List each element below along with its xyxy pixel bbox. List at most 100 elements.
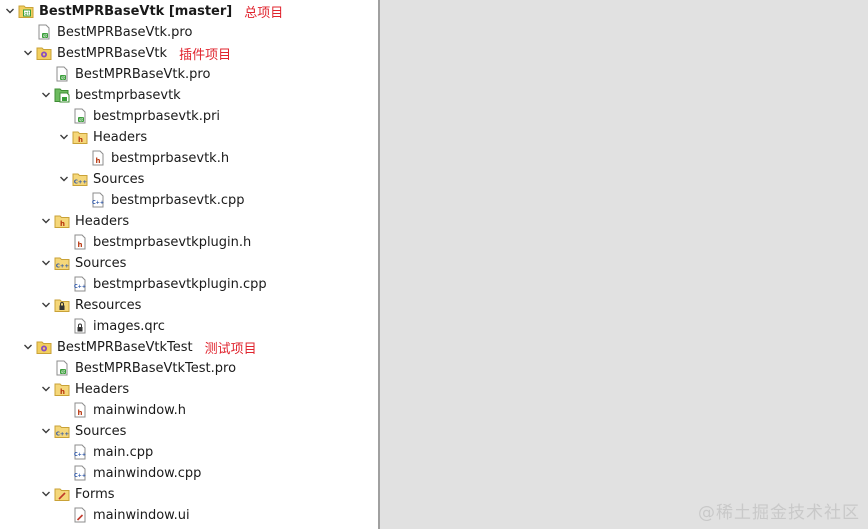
tree-item[interactable]: h bestmprbasevtk.h (0, 148, 378, 168)
expand-arrow-icon[interactable] (40, 85, 52, 105)
arrow-spacer (58, 400, 70, 420)
arrow-spacer (40, 64, 52, 84)
tree-item[interactable]: C++ Sources (0, 421, 378, 441)
tree-item[interactable]: C++ mainwindow.cpp (0, 463, 378, 483)
svg-text:C++: C++ (74, 473, 86, 479)
svg-text:h: h (78, 241, 83, 249)
tree-item-label: Forms (75, 486, 115, 502)
tree-item[interactable]: BestMPRBaseVtk 插件项目 (0, 43, 378, 63)
expand-arrow-icon[interactable] (22, 43, 34, 63)
tree-item-label: BestMPRBaseVtk (57, 45, 168, 61)
tree-item-label: Headers (75, 213, 130, 229)
tree-item[interactable]: qt BestMPRBaseVtk.pro (0, 64, 378, 84)
tree-item[interactable]: mainwindow.ui (0, 505, 378, 525)
resources-folder-icon (54, 297, 70, 313)
expand-arrow-icon[interactable] (40, 484, 52, 504)
tree-item-label: Sources (93, 171, 145, 187)
tree-item[interactable]: h Headers (0, 379, 378, 399)
expand-arrow-icon[interactable] (58, 127, 70, 147)
pro-file-icon: qt (54, 360, 70, 376)
headers-folder-icon: h (72, 129, 88, 145)
arrow-spacer (76, 148, 88, 168)
headers-folder-icon: h (54, 381, 70, 397)
arrow-spacer (22, 22, 34, 42)
tree-item-label: BestMPRBaseVtk [master] (39, 3, 233, 19)
tree-item[interactable]: BestMPRBaseVtkTest 测试项目 (0, 337, 378, 357)
tree-item-label: images.qrc (93, 318, 165, 334)
tree-item[interactable]: qt BestMPRBaseVtk [master] 总项目 (0, 1, 378, 21)
sources-folder-icon: C++ (54, 423, 70, 439)
tree-item[interactable]: C++ Sources (0, 253, 378, 273)
arrow-spacer (76, 190, 88, 210)
arrow-spacer (58, 442, 70, 462)
sources-folder-icon: C++ (72, 171, 88, 187)
tree-item[interactable]: bestmprbasevtk (0, 85, 378, 105)
cpp-file-icon: C++ (90, 192, 106, 208)
svg-text:h: h (96, 157, 101, 165)
tree-item-label: bestmprbasevtk.cpp (111, 192, 245, 208)
arrow-spacer (58, 463, 70, 483)
tree-item[interactable]: h bestmprbasevtkplugin.h (0, 232, 378, 252)
tree-item-label: bestmprbasevtk (75, 87, 181, 103)
svg-text:C++: C++ (56, 264, 70, 270)
svg-text:qt: qt (24, 11, 29, 17)
project-tree[interactable]: qt BestMPRBaseVtk [master] 总项目 qt BestMPRBas… (0, 0, 378, 529)
expand-arrow-icon[interactable] (40, 253, 52, 273)
tree-item[interactable]: qt BestMPRBaseVtk.pro (0, 22, 378, 42)
tree-item[interactable]: Forms (0, 484, 378, 504)
expand-arrow-icon[interactable] (58, 169, 70, 189)
tree-item[interactable]: C++ bestmprbasevtkplugin.cpp (0, 274, 378, 294)
red-annotation: 测试项目 (204, 341, 257, 357)
tree-item-label: BestMPRBaseVtk.pro (57, 24, 193, 40)
tree-item-label: BestMPRBaseVtkTest.pro (75, 360, 237, 376)
tree-item-label: BestMPRBaseVtk.pro (75, 66, 211, 82)
red-annotation: 总项目 (244, 5, 284, 21)
tree-item[interactable]: qt bestmprbasevtk.pri (0, 106, 378, 126)
tree-item[interactable]: Resources (0, 295, 378, 315)
tree-item[interactable]: images.qrc (0, 316, 378, 336)
expand-arrow-icon[interactable] (4, 1, 16, 21)
svg-text:h: h (60, 220, 65, 228)
tree-item[interactable]: C++ main.cpp (0, 442, 378, 462)
header-file-icon: h (72, 402, 88, 418)
svg-text:qt: qt (61, 369, 66, 374)
arrow-spacer (58, 505, 70, 525)
tree-item-label: main.cpp (93, 444, 154, 460)
svg-text:qt: qt (43, 33, 48, 38)
editor-area (380, 0, 868, 529)
tree-item-label: Headers (93, 129, 148, 145)
svg-text:h: h (60, 388, 65, 396)
tree-item-label: Headers (75, 381, 130, 397)
svg-text:C++: C++ (74, 284, 86, 290)
sources-folder-icon: C++ (54, 255, 70, 271)
header-file-icon: h (90, 150, 106, 166)
tree-item-label: bestmprbasevtkplugin.h (93, 234, 252, 250)
tree-item[interactable]: C++ bestmprbasevtk.cpp (0, 190, 378, 210)
arrow-spacer (58, 316, 70, 336)
expand-arrow-icon[interactable] (40, 295, 52, 315)
tree-item[interactable]: C++ Sources (0, 169, 378, 189)
tree-item-label: bestmprbasevtkplugin.cpp (93, 276, 267, 292)
pro-file-icon: qt (72, 108, 88, 124)
tree-item[interactable]: h mainwindow.h (0, 400, 378, 420)
subproject-icon (36, 45, 52, 61)
svg-text:qt: qt (61, 75, 66, 80)
expand-arrow-icon[interactable] (22, 337, 34, 357)
arrow-spacer (40, 358, 52, 378)
tree-item-label: bestmprbasevtk.h (111, 150, 230, 166)
tree-item[interactable]: qt BestMPRBaseVtkTest.pro (0, 358, 378, 378)
tree-item[interactable]: h Headers (0, 127, 378, 147)
tree-item[interactable]: h Headers (0, 211, 378, 231)
expand-arrow-icon[interactable] (40, 379, 52, 399)
tree-item-label: mainwindow.h (93, 402, 186, 418)
cpp-file-icon: C++ (72, 444, 88, 460)
arrow-spacer (58, 232, 70, 252)
qt-project-icon: qt (18, 3, 34, 19)
headers-folder-icon: h (54, 213, 70, 229)
cpp-file-icon: C++ (72, 465, 88, 481)
expand-arrow-icon[interactable] (40, 211, 52, 231)
pro-file-icon: qt (36, 24, 52, 40)
pro-file-icon: qt (54, 66, 70, 82)
arrow-spacer (58, 106, 70, 126)
expand-arrow-icon[interactable] (40, 421, 52, 441)
